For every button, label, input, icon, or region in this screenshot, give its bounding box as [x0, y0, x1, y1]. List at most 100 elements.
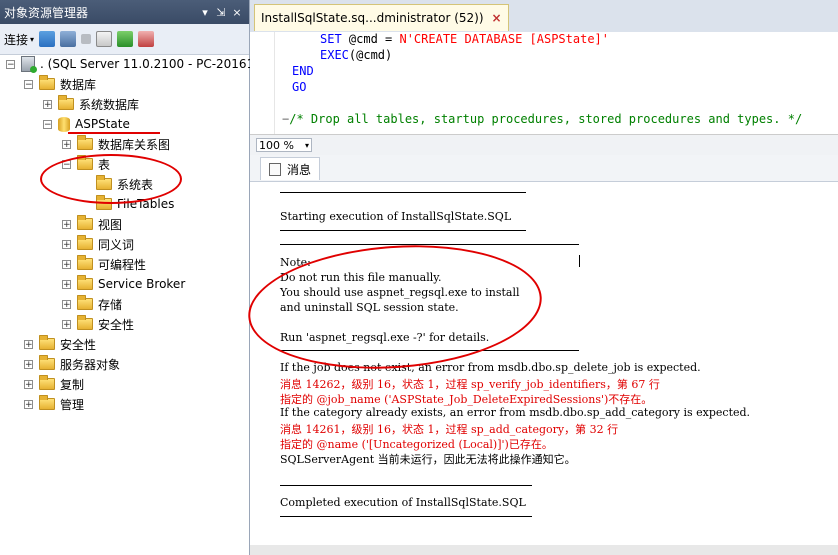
chevron-down-icon: ▾: [304, 140, 309, 150]
annotation-ellipse-tables: [40, 154, 182, 204]
divider: [280, 516, 532, 517]
horizontal-scrollbar[interactable]: [250, 545, 838, 555]
object-explorer-panel: 对象资源管理器 ▾ ⇲ × 连接 ▾ − . (SQL Server 11.0.2…: [0, 0, 262, 555]
expand-icon[interactable]: +: [24, 339, 33, 349]
tree-item-databases[interactable]: − 数据库: [24, 74, 96, 94]
expand-icon[interactable]: +: [43, 99, 52, 109]
code-line: EXEC(@cmd): [320, 48, 392, 62]
stop-icon[interactable]: [81, 34, 92, 44]
expand-icon[interactable]: +: [24, 399, 33, 409]
tree-item-views[interactable]: + 视图: [62, 214, 122, 234]
collapse-icon[interactable]: −: [6, 59, 15, 69]
tree-item-storage[interactable]: + 存储: [62, 294, 122, 314]
annotation-underline-aspstate: [68, 124, 160, 134]
activity-monitor-icon[interactable]: [138, 31, 155, 47]
document-tabbar: InstallSqlState.sq...dministrator (52)) …: [250, 0, 838, 33]
tree-item-label: 存储: [98, 297, 123, 312]
text-cursor: [579, 255, 580, 267]
folder-icon: [39, 335, 55, 350]
tree-item-management[interactable]: + 管理: [24, 394, 84, 414]
tree-item-label: Service Broker: [98, 277, 186, 291]
expand-icon[interactable]: +: [24, 359, 33, 369]
close-icon[interactable]: ×: [492, 11, 502, 25]
filter-icon[interactable]: [96, 31, 113, 47]
tree-item-label: 服务器对象: [60, 357, 121, 372]
query-editor[interactable]: SET @cmd = N'CREATE DATABASE [ASPState]'…: [250, 32, 838, 134]
tab-messages[interactable]: 消息: [260, 157, 321, 180]
message-line: Completed execution of InstallSqlState.S…: [280, 496, 526, 509]
folder-icon: [39, 395, 55, 410]
object-explorer-titlebar: 对象资源管理器 ▾ ⇲ ×: [0, 0, 249, 24]
tree-item-server-objects[interactable]: + 服务器对象: [24, 354, 120, 374]
message-line: SQLServerAgent 当前未运行，因此无法将此操作通知它。: [280, 453, 576, 466]
folder-icon: [77, 275, 93, 290]
expand-icon[interactable]: +: [62, 259, 71, 269]
disconnect-icon[interactable]: [60, 31, 77, 47]
server-icon: [21, 56, 37, 73]
expand-icon[interactable]: +: [62, 279, 71, 289]
expand-icon[interactable]: +: [62, 319, 71, 329]
expand-icon[interactable]: +: [62, 239, 71, 249]
tree-item-label: 视图: [98, 217, 123, 232]
keyword: SET: [320, 32, 342, 46]
messages-icon: [269, 162, 281, 176]
folder-icon: [77, 235, 93, 250]
dropdown-icon[interactable]: ▾: [197, 6, 213, 19]
tree-item-label: 安全性: [60, 337, 97, 352]
keyword: END: [292, 64, 314, 78]
refresh-icon[interactable]: [117, 31, 134, 47]
folder-icon: [77, 255, 93, 270]
tab-title: InstallSqlState.sq...dministrator (52)): [261, 11, 484, 25]
tree-item-synonyms[interactable]: + 同义词: [62, 234, 134, 254]
tree-item-label: 数据库: [60, 77, 97, 92]
tree-item-db-diagrams[interactable]: + 数据库关系图: [62, 134, 170, 154]
keyword: GO: [292, 80, 307, 94]
string-literal: N'CREATE DATABASE [ASPState]': [399, 32, 609, 46]
code-line: SET @cmd = N'CREATE DATABASE [ASPState]': [320, 32, 609, 46]
error-line: 指定的 @name ('[Uncategorized (Local)]')已存在…: [280, 438, 553, 451]
tree-item-label: 系统数据库: [79, 97, 140, 112]
expand-icon[interactable]: +: [24, 379, 33, 389]
chevron-down-icon: ▾: [30, 34, 35, 44]
tab-installsqlstate[interactable]: InstallSqlState.sq...dministrator (52)) …: [254, 4, 509, 31]
error-line: 指定的 @job_name ('ASPState_Job_DeleteExpir…: [280, 393, 653, 406]
folder-icon: [39, 375, 55, 390]
tree-item-service-broker[interactable]: + Service Broker: [62, 274, 185, 294]
object-explorer-title: 对象资源管理器: [4, 5, 89, 20]
results-tabbar: 消息: [250, 155, 838, 182]
expand-icon[interactable]: +: [62, 139, 71, 149]
divider: [280, 192, 526, 193]
expand-icon[interactable]: +: [62, 299, 71, 309]
tree-item-security[interactable]: + 安全性: [24, 334, 96, 354]
expand-icon[interactable]: +: [62, 219, 71, 229]
tree-item-label: .: [40, 57, 48, 71]
tree-item-db-security[interactable]: + 安全性: [62, 314, 134, 334]
tree-item-label: 数据库关系图: [98, 137, 171, 152]
object-explorer-toolbar: 连接 ▾: [0, 24, 249, 55]
keyword: EXEC: [320, 48, 349, 62]
tree-item-replication[interactable]: + 复制: [24, 374, 84, 394]
tree-item-label: 复制: [60, 377, 85, 392]
tree-item-server[interactable]: − . (SQL Server 11.0.2100 - PC-201611: [6, 54, 262, 74]
folder-icon: [77, 215, 93, 230]
folder-icon: [77, 295, 93, 310]
connect-button[interactable]: 连接 ▾: [4, 30, 34, 48]
zoom-select[interactable]: 100 % ▾: [256, 138, 312, 152]
collapse-icon[interactable]: −: [24, 79, 33, 89]
folder-icon: [77, 135, 93, 150]
tab-label: 消息: [287, 162, 312, 177]
tree-item-system-databases[interactable]: + 系统数据库: [43, 94, 139, 114]
folder-icon: [39, 75, 55, 90]
close-icon[interactable]: ×: [229, 6, 245, 19]
connect-server-icon[interactable]: [39, 31, 56, 47]
editor-margin: [250, 32, 275, 134]
tree-item-label: 安全性: [98, 317, 135, 332]
code-text: @cmd =: [341, 32, 400, 46]
folder-icon: [77, 315, 93, 330]
folder-icon: [58, 95, 74, 110]
tree-item-programmability[interactable]: + 可编程性: [62, 254, 146, 274]
tree-item-label: 同义词: [98, 237, 135, 252]
messages-pane[interactable]: Starting execution of InstallSqlState.SQ…: [244, 182, 838, 555]
collapse-icon[interactable]: −: [43, 119, 52, 129]
pin-icon[interactable]: ⇲: [213, 6, 229, 19]
